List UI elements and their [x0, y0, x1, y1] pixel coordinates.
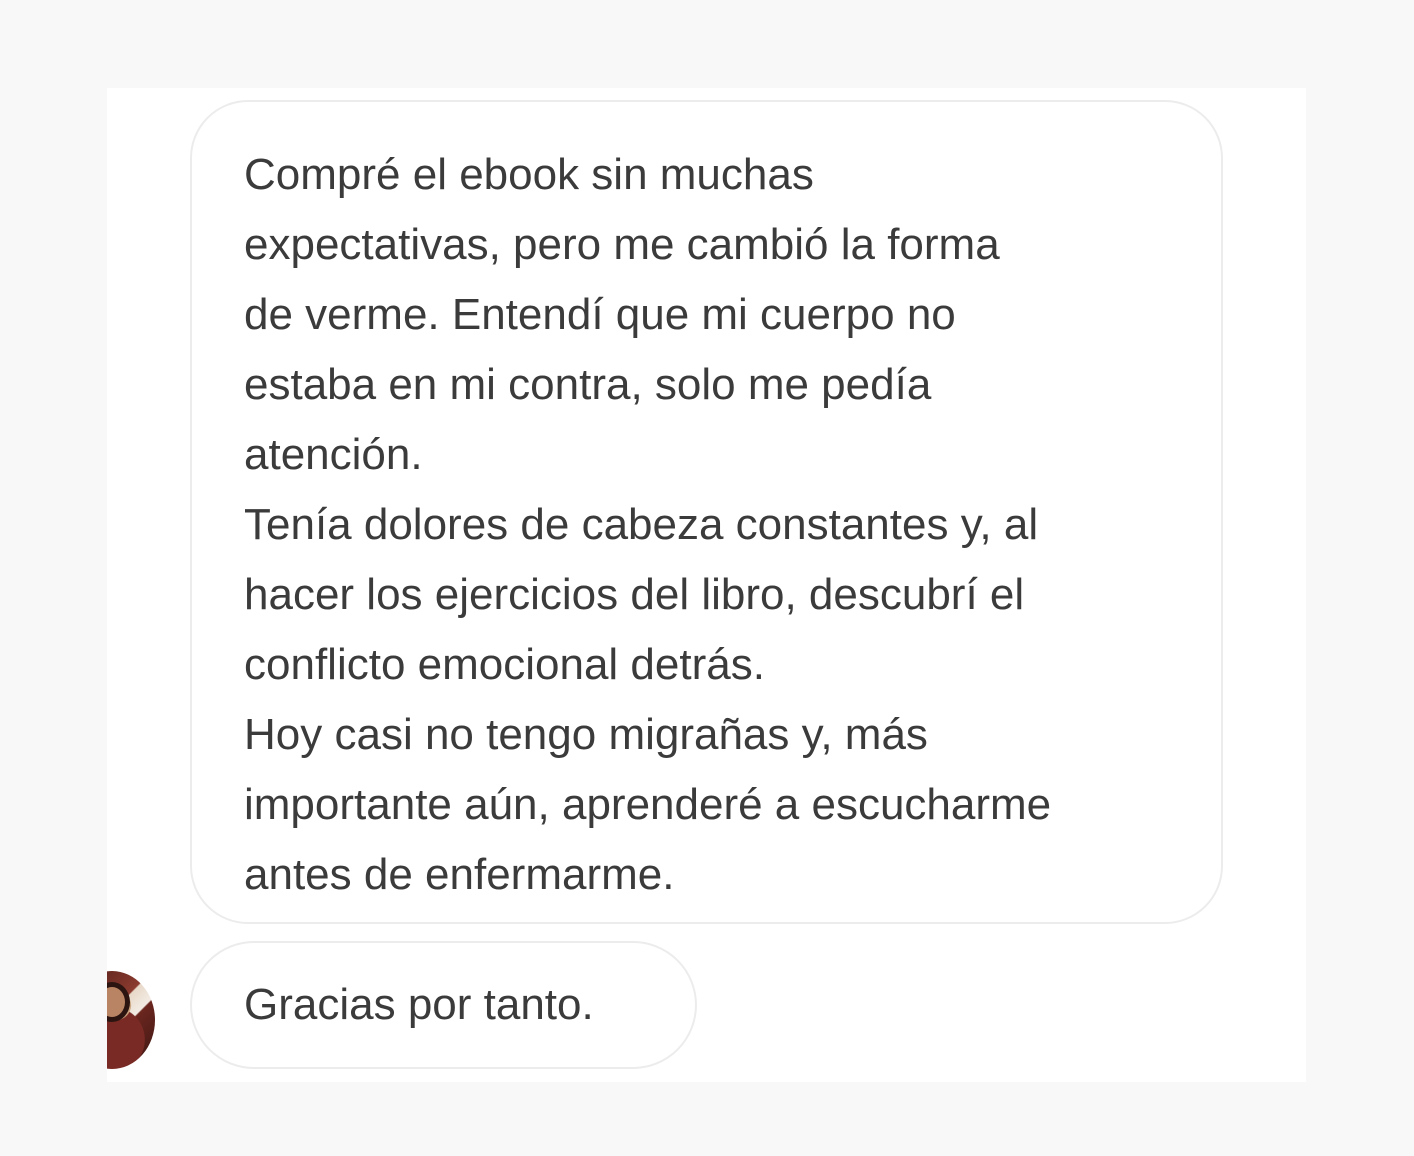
message-line: conflicto emocional detrás. — [244, 640, 765, 689]
message-bubble[interactable]: Compré el ebook sin muchas expectativas,… — [190, 100, 1223, 924]
chat-conversation: Compré el ebook sin muchas expectativas,… — [107, 88, 1306, 1082]
message-bubble-short[interactable]: Gracias por tanto. — [190, 941, 697, 1069]
message-line: hacer los ejercicios del libro, descubrí… — [244, 570, 1025, 619]
message-line: de verme. Entendí que mi cuerpo no — [244, 290, 956, 339]
message-line: antes de enfermarme. — [244, 850, 675, 899]
message-line: estaba en mi contra, solo me pedía — [244, 360, 932, 409]
user-avatar-icon[interactable] — [107, 971, 155, 1069]
message-line: importante aún, aprenderé a escucharme — [244, 780, 1052, 829]
message-line: atención. — [244, 430, 423, 479]
message-line: Compré el ebook sin muchas — [244, 150, 814, 199]
message-text: Gracias por tanto. — [244, 980, 594, 1029]
message-line: Tenía dolores de cabeza constantes y, al — [244, 500, 1039, 549]
message-line: expectativas, pero me cambió la forma — [244, 220, 1000, 269]
message-line: Hoy casi no tengo migrañas y, más — [244, 710, 928, 759]
